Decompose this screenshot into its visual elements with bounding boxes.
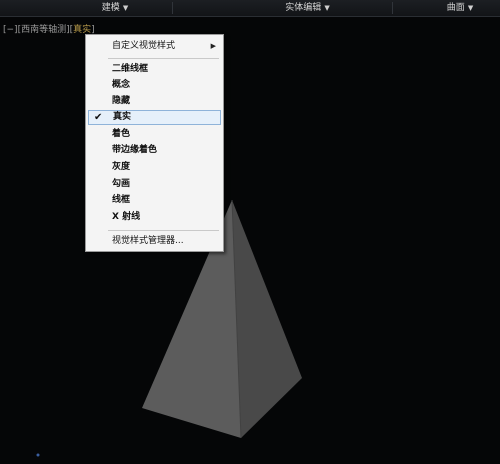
menu-item-label: 隐藏 bbox=[112, 96, 131, 106]
checkmark-icon: ✔ bbox=[94, 112, 103, 123]
menu-item-label: 线框 bbox=[112, 195, 131, 205]
menu-item-shaded[interactable]: 着色 bbox=[88, 127, 221, 142]
menu-item-custom-visual-styles[interactable]: 自定义视觉样式 ▶ bbox=[88, 39, 221, 54]
menu-item-label: 勾画 bbox=[112, 179, 131, 189]
ucs-marker bbox=[36, 453, 40, 457]
menu-item-label: 着色 bbox=[112, 129, 131, 139]
menu-item-label: 灰度 bbox=[112, 162, 131, 172]
menu-item-label: 概念 bbox=[112, 80, 131, 90]
menu-item-label: 视觉样式管理器... bbox=[112, 236, 184, 246]
menu-item-label: 真实 bbox=[113, 112, 132, 122]
visual-style-menu: 自定义视觉样式 ▶ 二维线框 概念 隐藏 ✔ 真实 着色 带边缘着色 灰度 勾画… bbox=[85, 34, 224, 252]
menu-item-label: 带边缘着色 bbox=[112, 145, 158, 155]
pyramid-right-face bbox=[232, 200, 302, 438]
menu-item-visual-styles-manager[interactable]: 视觉样式管理器... bbox=[88, 234, 221, 249]
menu-item-sketchy[interactable]: 勾画 bbox=[88, 177, 221, 192]
chevron-right-icon: ▶ bbox=[210, 42, 216, 50]
menu-item-realistic[interactable]: ✔ 真实 bbox=[88, 110, 221, 125]
model-viewport[interactable] bbox=[0, 0, 500, 464]
menu-item-label: 自定义视觉样式 bbox=[112, 41, 176, 51]
menu-item-wireframe[interactable]: 线框 bbox=[88, 193, 221, 208]
menu-item-shaded-with-edges[interactable]: 带边缘着色 bbox=[88, 143, 221, 158]
menu-item-2d-wireframe[interactable]: 二维线框 bbox=[88, 62, 221, 77]
menu-divider bbox=[108, 58, 219, 59]
menu-divider bbox=[108, 230, 219, 231]
menu-item-label: X 射线 bbox=[112, 212, 141, 222]
menu-item-conceptual[interactable]: 概念 bbox=[88, 78, 221, 93]
menu-item-x-ray[interactable]: X 射线 bbox=[88, 210, 221, 225]
menu-item-shades-of-gray[interactable]: 灰度 bbox=[88, 160, 221, 175]
menu-item-label: 二维线框 bbox=[112, 64, 149, 74]
menu-item-hidden[interactable]: 隐藏 bbox=[88, 94, 221, 109]
